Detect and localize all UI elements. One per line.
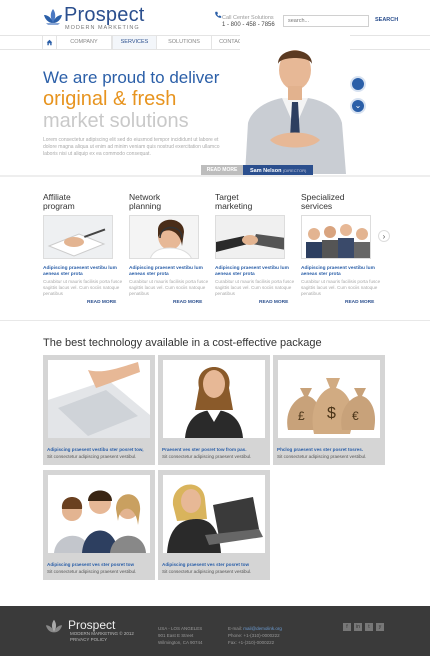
card-title[interactable]: Adipiscing praesent ves ster posret tow: [162, 562, 266, 567]
twitter-icon[interactable]: t: [365, 623, 373, 631]
card-subtitle: Sit consectetur adipiscing praesent vest…: [47, 569, 137, 574]
address-line: Wilmington, CA 90744: [158, 640, 203, 645]
card-image-team: [48, 475, 150, 553]
footer: [0, 606, 430, 656]
main-nav: COMPANY SERVICES SOLUTIONS CONTACTS: [0, 35, 430, 50]
svg-text:€: €: [352, 409, 359, 423]
logo-subtitle: MODERN MARKETING: [65, 25, 140, 31]
service-image-headset: [129, 215, 199, 259]
hero-headline-2: original & fresh: [43, 88, 177, 110]
service-image-team: [301, 215, 371, 259]
lotus-icon: [44, 9, 62, 25]
youtube-icon[interactable]: y: [376, 623, 384, 631]
service-title: Network planning: [129, 192, 162, 211]
email-link[interactable]: mail@demolink.org: [243, 626, 282, 631]
card-subtitle: Sit consectetur adipiscing praesent vest…: [162, 569, 252, 574]
call-center-label: Call Center Solutions: [222, 15, 274, 21]
feature-card[interactable]: Adipiscing praesent ves ster posret tow …: [158, 470, 270, 580]
card-subtitle: Sit consectetur adipiscing praesent vest…: [47, 454, 137, 459]
footer-fax: Fax: +1-(310)-0000222: [228, 640, 275, 645]
card-image-money-bags: £ $ €: [278, 360, 380, 438]
slider-dot-up[interactable]: [350, 76, 366, 92]
feature-card[interactable]: £ $ € Phclog praesent ves ster posret to…: [273, 355, 385, 465]
service-read-more[interactable]: READ MORE: [345, 300, 374, 305]
hero-description: Lorem consectetur adipiscing elit sed do…: [43, 137, 220, 157]
service-link[interactable]: Adipiscing praesent vestibu lum aeneas s…: [43, 266, 123, 278]
svg-text:$: $: [327, 405, 336, 422]
card-subtitle: Sit consectetur adipiscing praesent vest…: [277, 454, 367, 459]
service-title: Target marketing: [215, 192, 253, 211]
card-image-laptop-hand: [48, 360, 150, 438]
search-button[interactable]: SEARCH: [375, 17, 398, 23]
service-image-handshake-paper: [43, 215, 113, 259]
linkedin-icon[interactable]: in: [354, 623, 362, 631]
footer-logo[interactable]: Prospect: [68, 618, 115, 632]
footer-contact: E-mail: mail@demolink.org Phone: +1-(310…: [228, 625, 282, 646]
service-text: Curabitur ut mauris facilisis porta fusc…: [129, 279, 209, 296]
service-text: Curabitur ut mauris facilisis porta fusc…: [43, 279, 123, 296]
section-title: The best technology available in a cost-…: [43, 337, 322, 349]
facebook-icon[interactable]: f: [343, 623, 351, 631]
nav-home[interactable]: [42, 36, 57, 49]
service-read-more[interactable]: READ MORE: [173, 300, 202, 305]
card-title[interactable]: Adipiscing praesent ves ster posret tow: [47, 562, 151, 567]
card-title[interactable]: Phclog praesent ves ster posret tosres.: [277, 447, 381, 452]
service-title: Affiliate program: [43, 192, 75, 211]
search-input[interactable]: [283, 15, 369, 27]
svg-text:£: £: [298, 409, 305, 423]
service-title: Specialized services: [301, 192, 345, 211]
service-text: Curabitur ut mauris facilisis porta fusc…: [215, 279, 295, 296]
service-link[interactable]: Adipiscing praesent vestibu lum aeneas s…: [301, 266, 381, 278]
card-subtitle: Sit consectetur adipiscing praesent vest…: [162, 454, 252, 459]
card-image-businesswoman: [163, 360, 265, 438]
feature-card[interactable]: Adipiscing praesent ves ster posret tow …: [43, 470, 155, 580]
nav-services[interactable]: SERVICES: [112, 36, 157, 49]
slider-dot-down[interactable]: ⌄: [350, 98, 366, 114]
person-name: Sam Nelson: [250, 168, 282, 174]
footer-phone: Phone: +1-(310)-0000222: [228, 633, 280, 638]
service-read-more[interactable]: READ MORE: [87, 300, 116, 305]
service-read-more[interactable]: READ MORE: [259, 300, 288, 305]
card-title[interactable]: Praesent ves ster posret tow from pas.: [162, 447, 266, 452]
services-next-button[interactable]: ›: [378, 230, 390, 242]
card-image-laptop-woman: [163, 475, 265, 553]
logo-title[interactable]: Prospect: [64, 4, 145, 27]
email-label: E-mail:: [228, 626, 243, 631]
nav-solutions[interactable]: SOLUTIONS: [157, 36, 212, 49]
service-link[interactable]: Adipiscing praesent vestibu lum aeneas s…: [129, 266, 209, 278]
chevron-down-icon: ⌄: [354, 101, 362, 110]
divider: [0, 175, 430, 177]
feature-card[interactable]: Praesent ves ster posret tow from pas. S…: [158, 355, 270, 465]
service-text: Curabitur ut mauris facilisis porta fusc…: [301, 279, 381, 296]
phone-icon: [215, 11, 222, 18]
address-line: 901 East E Street: [158, 633, 194, 638]
person-role: (DIRECTOR): [282, 168, 307, 173]
hero-person-photo: [240, 28, 350, 174]
home-icon: [46, 39, 53, 46]
hero-headline-3: market solutions: [43, 110, 189, 132]
card-title[interactable]: Adipiscing praesent vestibu ster posret …: [47, 447, 151, 452]
footer-lotus-icon: [45, 619, 63, 633]
privacy-policy-link[interactable]: PRIVACY POLICY: [70, 637, 134, 643]
footer-address: USA - LOS ANGELES 901 East E Street Wilm…: [158, 625, 203, 646]
feature-card[interactable]: Adipiscing praesent vestibu ster posret …: [43, 355, 155, 465]
footer-copyright: MODERN MARKETING © 2012 PRIVACY POLICY: [70, 631, 134, 643]
service-image-handshake: [215, 215, 285, 259]
hero-headline-1: We are proud to deliver: [43, 68, 220, 87]
chevron-right-icon: ›: [382, 232, 386, 241]
service-link[interactable]: Adipiscing praesent vestibu lum aeneas s…: [215, 266, 295, 278]
nav-company[interactable]: COMPANY: [57, 36, 112, 49]
address-line: USA - LOS ANGELES: [158, 626, 203, 631]
divider: [0, 320, 430, 321]
